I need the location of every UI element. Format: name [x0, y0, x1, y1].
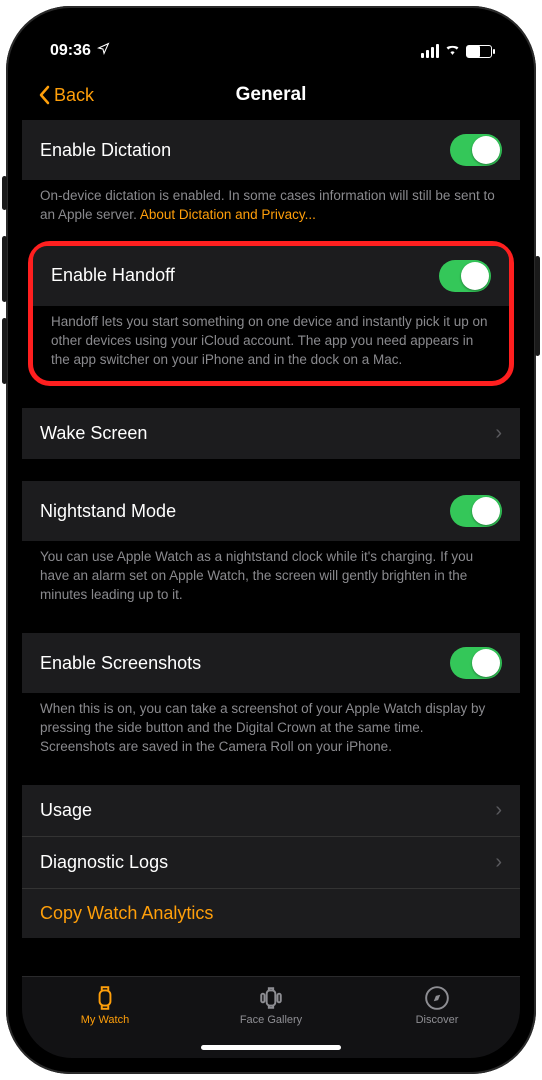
- wake-screen-row[interactable]: Wake Screen ›: [22, 408, 520, 459]
- nightstand-label: Nightstand Mode: [40, 501, 176, 522]
- screenshots-toggle[interactable]: [450, 647, 502, 679]
- home-indicator[interactable]: [201, 1045, 341, 1050]
- diagnostic-logs-row[interactable]: Diagnostic Logs ›: [22, 836, 520, 888]
- back-button[interactable]: Back: [38, 85, 94, 106]
- usage-label: Usage: [40, 800, 92, 821]
- wake-screen-label: Wake Screen: [40, 423, 147, 444]
- chevron-right-icon: ›: [495, 799, 502, 822]
- dictation-footer: On-device dictation is enabled. In some …: [22, 180, 520, 241]
- screen: 09:36 Back General: [22, 22, 520, 1058]
- enable-handoff-label: Enable Handoff: [51, 265, 175, 286]
- volume-up: [2, 236, 7, 302]
- handoff-footer: Handoff lets you start something on one …: [33, 306, 509, 378]
- nightstand-row[interactable]: Nightstand Mode: [22, 481, 520, 541]
- nightstand-toggle[interactable]: [450, 495, 502, 527]
- page-title: General: [236, 84, 307, 106]
- usage-row[interactable]: Usage ›: [22, 785, 520, 836]
- face-gallery-icon: [258, 985, 284, 1011]
- wifi-icon: [444, 42, 461, 60]
- enable-dictation-row[interactable]: Enable Dictation: [22, 120, 520, 180]
- diagnostic-logs-label: Diagnostic Logs: [40, 852, 168, 873]
- back-label: Back: [54, 85, 94, 106]
- phone-frame: 09:36 Back General: [6, 6, 536, 1074]
- mute-switch: [2, 176, 7, 210]
- tab-discover-label: Discover: [416, 1014, 459, 1026]
- tab-face-gallery[interactable]: Face Gallery: [189, 985, 353, 1026]
- chevron-left-icon: [38, 85, 50, 105]
- enable-dictation-label: Enable Dictation: [40, 140, 171, 161]
- screenshots-label: Enable Screenshots: [40, 653, 201, 674]
- screenshots-row[interactable]: Enable Screenshots: [22, 633, 520, 693]
- cellular-icon: [421, 44, 439, 58]
- notch: [161, 22, 381, 52]
- compass-icon: [424, 985, 450, 1011]
- volume-down: [2, 318, 7, 384]
- dictation-privacy-link[interactable]: About Dictation and Privacy...: [140, 207, 316, 222]
- chevron-right-icon: ›: [495, 851, 502, 874]
- enable-dictation-toggle[interactable]: [450, 134, 502, 166]
- nav-bar: Back General: [22, 70, 520, 120]
- tab-bar: My Watch Face Gallery Discover: [22, 976, 520, 1058]
- tab-face-gallery-label: Face Gallery: [240, 1014, 302, 1026]
- location-icon: [97, 42, 110, 60]
- watch-icon: [92, 985, 118, 1011]
- handoff-highlight: Enable Handoff Handoff lets you start so…: [28, 241, 514, 387]
- screenshots-footer: When this is on, you can take a screensh…: [22, 693, 520, 773]
- tab-my-watch[interactable]: My Watch: [23, 985, 187, 1026]
- battery-icon: [466, 45, 492, 58]
- chevron-right-icon: ›: [495, 422, 502, 445]
- enable-handoff-toggle[interactable]: [439, 260, 491, 292]
- tab-my-watch-label: My Watch: [81, 1014, 130, 1026]
- enable-handoff-row[interactable]: Enable Handoff: [33, 246, 509, 306]
- copy-watch-analytics-label: Copy Watch Analytics: [40, 903, 213, 924]
- tab-discover[interactable]: Discover: [355, 985, 519, 1026]
- nightstand-footer: You can use Apple Watch as a nightstand …: [22, 541, 520, 621]
- power-button: [535, 256, 540, 356]
- content-scroll[interactable]: Enable Dictation On-device dictation is …: [22, 120, 520, 976]
- copy-watch-analytics-row[interactable]: Copy Watch Analytics: [22, 888, 520, 938]
- status-time: 09:36: [50, 42, 91, 60]
